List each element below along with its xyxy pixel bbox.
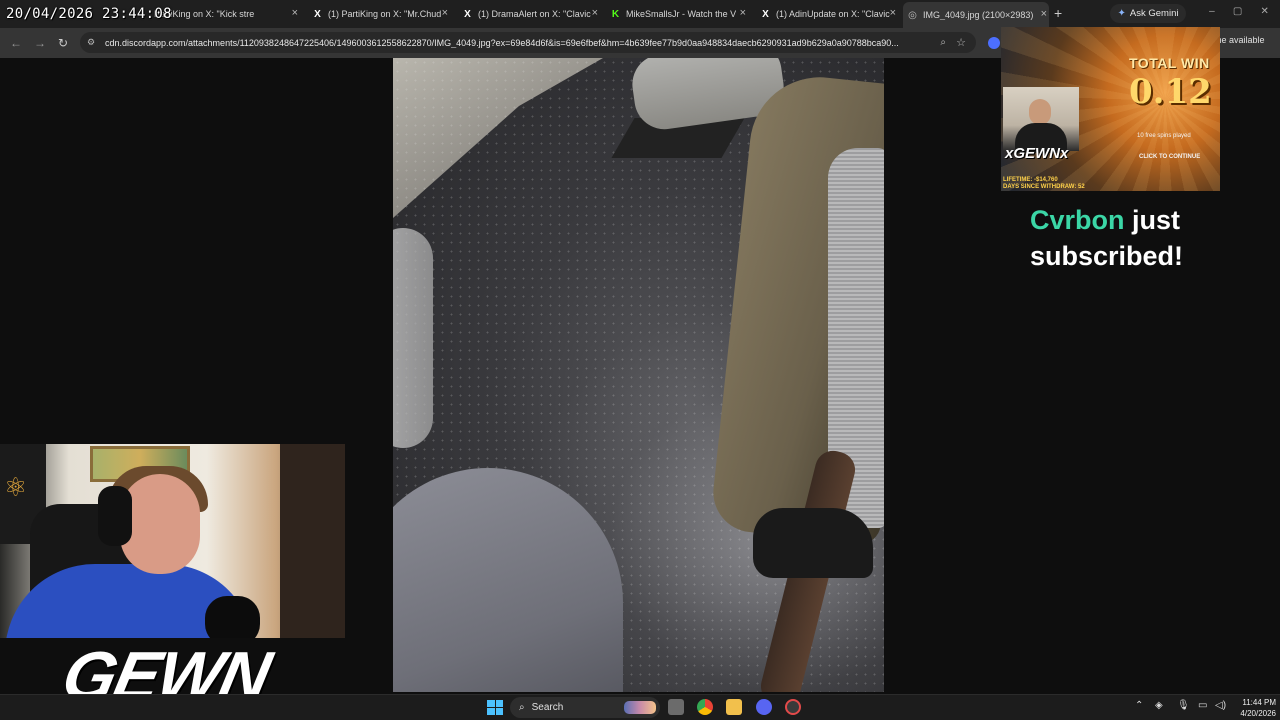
lifetime-stat: LIFETIME: -$14,760 [1003, 177, 1058, 183]
discord-icon[interactable] [756, 699, 772, 715]
kick-logo-icon: K [611, 8, 620, 20]
chrome-icon[interactable] [697, 699, 713, 715]
close-icon[interactable]: × [592, 7, 598, 19]
tray-overflow-chevron-icon[interactable]: ⌃ [1135, 700, 1143, 711]
taskbar-clock[interactable]: 11:44 PM 4/20/2026 [1232, 697, 1280, 719]
url-text: cdn.discordapp.com/attachments/112093824… [105, 37, 899, 48]
tab-mikesmallsjr[interactable]: K MikeSmallsJr - Watch the V × [606, 4, 748, 24]
search-label: Search [531, 702, 564, 713]
maximize-icon[interactable]: ▢ [1233, 6, 1242, 17]
microphone-icon [205, 596, 260, 638]
tab-img-4049[interactable]: ◎ IMG_4049.jpg (2100×2983) × [903, 2, 1049, 28]
overlay-person-head [1029, 99, 1051, 125]
poster-emblem-icon: ⚛ [4, 472, 28, 502]
x-logo-icon: X [464, 8, 471, 20]
tab-partiking-mrchud[interactable]: X (1) PartiKing on X: "Mr.Chud × [308, 4, 450, 24]
address-bar[interactable]: ⚙ cdn.discordapp.com/attachments/1120938… [80, 32, 976, 53]
alert-text-just: just [1124, 205, 1181, 235]
alert-text-subscribed: subscribed! [1030, 241, 1184, 271]
zoom-icon[interactable]: ⌕ [940, 37, 946, 48]
volume-icon[interactable]: ◁) [1215, 700, 1226, 711]
tab-adinupdate[interactable]: X (1) AdinUpdate on X: "Clavic × [756, 4, 898, 24]
overlay-webcam [1003, 87, 1079, 153]
streamer-webcam: ⚛ [0, 444, 345, 638]
total-win-label: TOTAL WIN [1129, 55, 1210, 71]
chat-feed [1003, 29, 1043, 79]
minimize-icon[interactable]: – [1209, 6, 1215, 17]
photo-plastic-bag [393, 228, 433, 448]
click-to-continue-text: CLICK TO CONTINUE [1139, 154, 1201, 160]
days-since-withdraw-stat: DAYS SINCE WITHDRAW: 52 [1003, 184, 1085, 190]
gemini-sparkle-icon: ✦ [1117, 8, 1126, 19]
close-window-icon[interactable]: ✕ [1260, 6, 1268, 17]
tab-title: MikeSmallsJr - Watch the V [626, 9, 737, 19]
streamer-face [120, 474, 200, 574]
bookmark-star-icon[interactable]: ☆ [956, 36, 966, 49]
task-view-icon[interactable] [668, 699, 684, 715]
new-tab-button[interactable]: + [1054, 5, 1062, 21]
tab-title: PartiKing on X: "Kick stre [154, 9, 255, 19]
tab-title: IMG_4049.jpg (2100×2983) [923, 10, 1034, 20]
window-controls: – ▢ ✕ [1200, 6, 1278, 17]
file-explorer-icon[interactable] [726, 699, 742, 715]
x-logo-icon: X [762, 8, 769, 20]
close-icon[interactable]: × [890, 7, 896, 19]
profile-avatar-icon[interactable] [988, 37, 1000, 49]
photo-black-shoe [753, 508, 873, 578]
free-spins-text: 10 free spins played [1137, 133, 1191, 139]
tab-dramaalert[interactable]: X (1) DramaAlert on X: "Clavic × [458, 4, 600, 24]
search-highlight-image [624, 701, 656, 714]
viewed-image[interactable] [393, 58, 884, 692]
reload-icon[interactable]: ↻ [58, 36, 68, 50]
slot-game-overlay: TOTAL WIN 0.12 10 free spins played CLIC… [1001, 27, 1220, 191]
room-door [280, 444, 345, 638]
windows-start-icon[interactable] [487, 700, 503, 715]
tab-title: (1) DramaAlert on X: "Clavic [478, 9, 591, 19]
tray-app-icon[interactable]: ◈ [1155, 700, 1163, 711]
close-icon[interactable]: × [292, 7, 298, 19]
subscription-alert: Cvrbon just subscribed! [1030, 202, 1270, 274]
ask-gemini-label: Ask Gemini [1129, 8, 1179, 19]
search-icon: ⌕ [519, 702, 525, 713]
overlay-brand-logo: xGEWNx [1005, 145, 1069, 162]
close-icon[interactable]: × [442, 7, 448, 19]
microphone-tray-icon[interactable]: 🎙 [1177, 700, 1190, 711]
close-icon[interactable]: × [1041, 8, 1047, 20]
tab-title: (1) AdinUpdate on X: "Clavic [776, 9, 890, 19]
globe-icon: ◎ [908, 9, 917, 21]
clock-time: 11:44 PM [1242, 698, 1276, 707]
clock-date: 4/20/2026 [1240, 709, 1276, 718]
ask-gemini-button[interactable]: ✦ Ask Gemini [1110, 4, 1186, 23]
recording-timestamp: 20/04/2026 23:44:08 [6, 6, 172, 22]
close-icon[interactable]: × [740, 7, 746, 19]
network-icon[interactable]: ▭ [1198, 700, 1207, 711]
update-available-button[interactable]: me available [1214, 35, 1265, 45]
headset-icon [98, 486, 132, 546]
forward-arrow-icon[interactable]: → [34, 36, 46, 50]
back-arrow-icon[interactable]: ← [10, 36, 22, 50]
tab-partiking-kick[interactable]: PartiKing on X: "Kick stre × [150, 4, 300, 24]
taskbar-search[interactable]: ⌕ Search [510, 697, 660, 718]
total-win-value: 0.12 [1129, 72, 1212, 112]
x-logo-icon: X [314, 8, 321, 20]
subscriber-name: Cvrbon [1030, 205, 1125, 235]
site-info-icon[interactable]: ⚙ [87, 37, 97, 48]
browser-tab-strip: PartiKing on X: "Kick stre × X (1) Parti… [0, 0, 1280, 28]
obs-icon[interactable] [785, 699, 801, 715]
tab-title: (1) PartiKing on X: "Mr.Chud [328, 9, 442, 19]
